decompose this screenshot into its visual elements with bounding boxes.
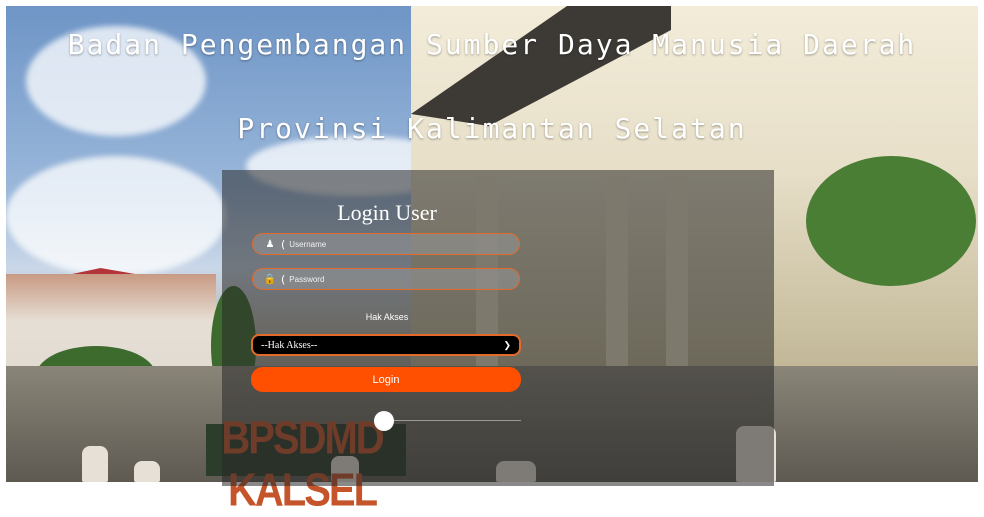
hak-akses-label: Hak Akses — [365, 312, 409, 322]
hak-akses-select[interactable]: --Hak Akses-- ❯ — [251, 334, 521, 356]
username-input[interactable] — [289, 239, 490, 249]
tree — [806, 156, 976, 286]
login-title: Login User — [337, 200, 437, 225]
field-separator: ( — [281, 237, 286, 251]
field-separator: ( — [281, 272, 286, 286]
user-icon: ♟ — [265, 238, 275, 250]
carousel-indicator[interactable] — [374, 411, 394, 431]
password-input[interactable] — [289, 274, 490, 284]
hak-akses-selected: --Hak Akses-- — [261, 339, 318, 351]
login-button[interactable]: Login — [251, 367, 521, 392]
person — [134, 461, 160, 482]
header-title-line2: Provinsi Kalimantan Selatan — [237, 112, 747, 145]
cloud — [6, 156, 226, 276]
person — [82, 446, 108, 482]
carousel-track — [375, 420, 521, 421]
username-field[interactable]: ♟ ( — [252, 233, 520, 255]
chevron-down-icon: ❯ — [503, 339, 511, 350]
password-field[interactable]: 🔒 ( — [252, 268, 520, 290]
lock-icon: 🔒 — [263, 273, 277, 285]
header-title-line1: Badan Pengembangan Sumber Daya Manusia D… — [67, 28, 917, 61]
